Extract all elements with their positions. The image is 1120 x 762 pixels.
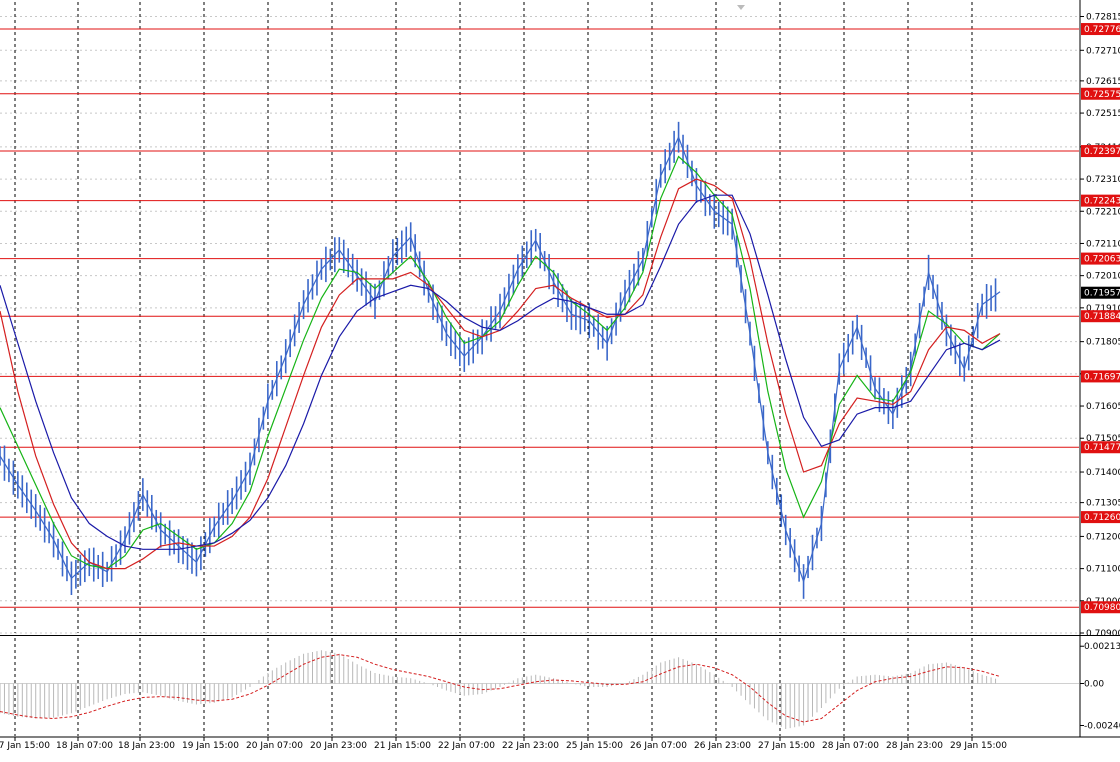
level-label: 0.72397: [1084, 147, 1120, 157]
time-tick-label: 27 Jan 15:00: [758, 741, 815, 751]
price-tick-label: 0.72010: [1086, 272, 1120, 282]
time-tick-label: 26 Jan 23:00: [694, 741, 751, 751]
time-tick-label: 18 Jan 23:00: [118, 741, 175, 751]
price-tick-label: 0.71100: [1086, 565, 1120, 575]
price-tick-label: 0.71305: [1086, 499, 1120, 509]
price-tick-label: 0.71200: [1086, 532, 1120, 542]
price-tick-label: 0.70900: [1086, 629, 1120, 639]
level-label: 0.71884: [1084, 312, 1120, 322]
time-tick-label: 29 Jan 15:00: [950, 741, 1007, 751]
time-tick-label: 28 Jan 07:00: [822, 741, 879, 751]
current-price-label: 0.71957: [1084, 289, 1120, 299]
price-tick-label: 0.72515: [1086, 109, 1120, 119]
level-label: 0.71477: [1084, 443, 1120, 453]
time-tick-label: 20 Jan 07:00: [246, 741, 303, 751]
level-label: 0.72575: [1084, 90, 1120, 100]
level-label: 0.70980: [1084, 603, 1120, 613]
time-tick-label: 22 Jan 23:00: [502, 741, 559, 751]
price-tick-label: 0.72210: [1086, 207, 1120, 217]
level-label: 0.72063: [1084, 255, 1120, 265]
time-tick-label: 20 Jan 23:00: [310, 741, 367, 751]
level-label: 0.72776: [1084, 25, 1120, 35]
price-tick-label: 0.72615: [1086, 77, 1120, 87]
level-label: 0.71697: [1084, 372, 1120, 382]
oscillator-tick-label: 0.00213: [1084, 642, 1120, 652]
price-tick-label: 0.71805: [1086, 338, 1120, 348]
time-tick-label: 26 Jan 07:00: [630, 741, 687, 751]
price-tick-label: 0.72310: [1086, 175, 1120, 185]
time-tick-label: 17 Jan 15:00: [0, 741, 50, 751]
oscillator-tick-label: 0.00: [1084, 680, 1104, 690]
time-tick-label: 25 Jan 15:00: [566, 741, 623, 751]
price-tick-label: 0.72710: [1086, 46, 1120, 56]
chart-canvas[interactable]: 0.728150.727100.726150.725150.724100.723…: [0, 0, 1120, 758]
price-tick-label: 0.72110: [1086, 239, 1120, 249]
price-tick-label: 0.71400: [1086, 468, 1120, 478]
price-tick-label: 0.71605: [1086, 402, 1120, 412]
time-tick-label: 28 Jan 23:00: [886, 741, 943, 751]
oscillator-tick-label: -0.00240: [1084, 722, 1120, 732]
time-tick-label: 18 Jan 07:00: [56, 741, 113, 751]
time-tick-label: 19 Jan 15:00: [182, 741, 239, 751]
time-tick-label: 21 Jan 15:00: [374, 741, 431, 751]
time-tick-label: 22 Jan 07:00: [438, 741, 495, 751]
level-label: 0.72243: [1084, 197, 1120, 207]
price-chart-window[interactable]: 0.728150.727100.726150.725150.724100.723…: [0, 0, 1120, 758]
price-tick-label: 0.72815: [1086, 12, 1120, 22]
level-label: 0.71260: [1084, 513, 1120, 523]
